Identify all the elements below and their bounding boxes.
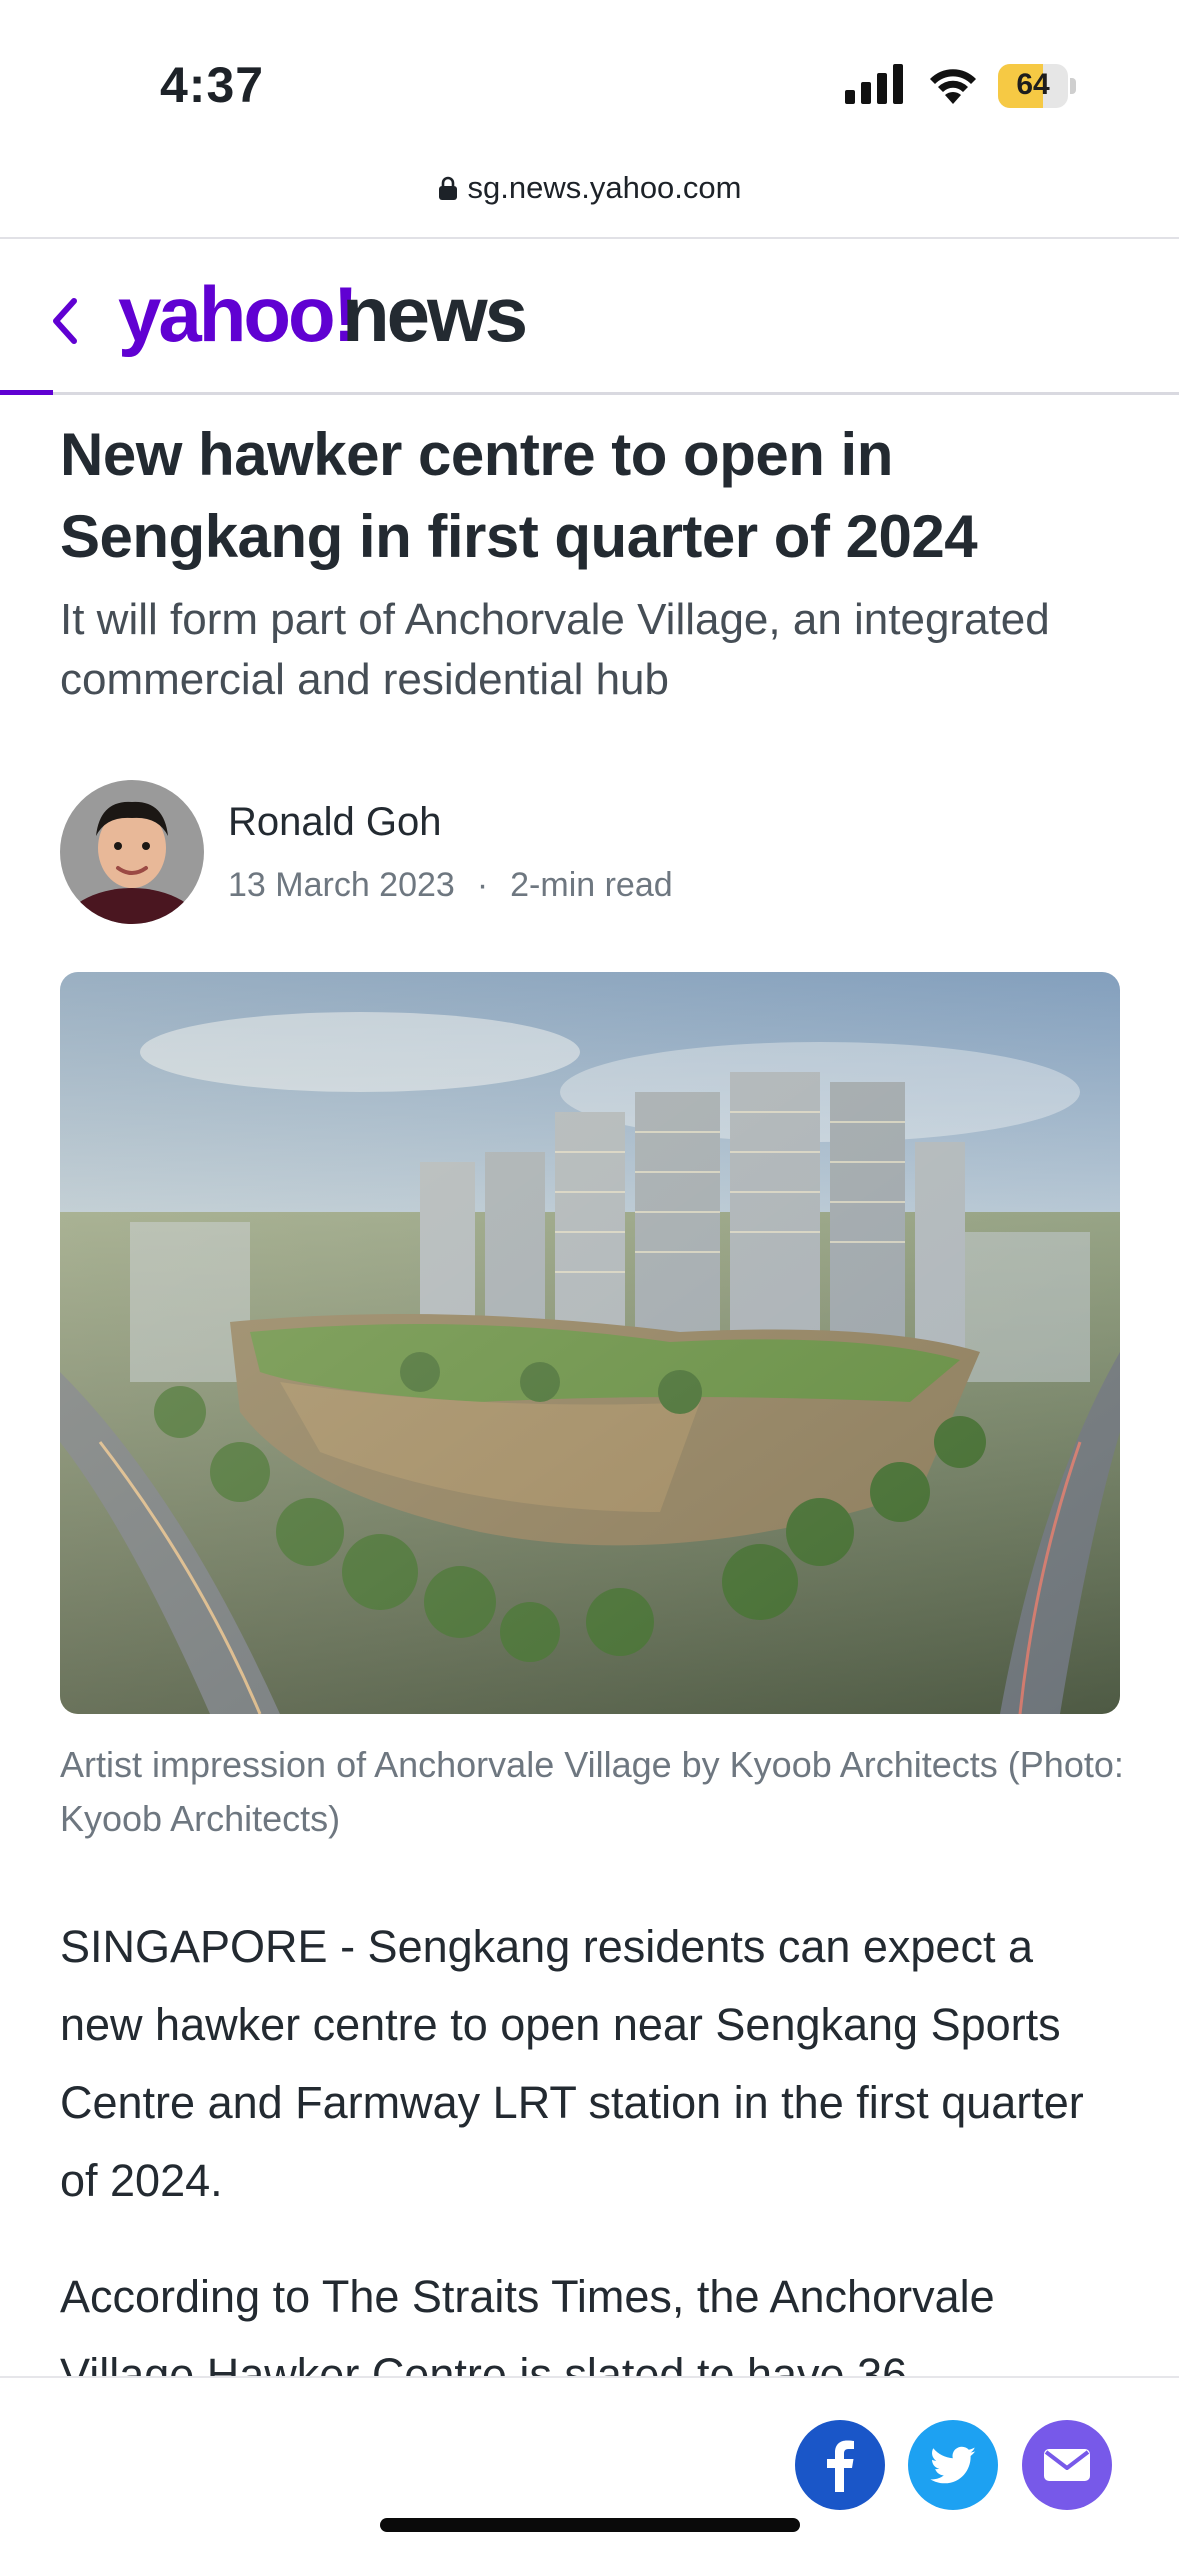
- status-bar: 4:37 64: [0, 0, 1179, 160]
- article-subheadline: It will form part of Anchorvale Village,…: [60, 595, 1050, 704]
- read-time: 2-min read: [510, 866, 673, 904]
- reading-progress-bar: [0, 390, 53, 395]
- svg-text:news: news: [342, 273, 526, 358]
- status-time: 4:37: [160, 57, 265, 113]
- image-caption: Artist impression of Anchorvale Village …: [60, 1744, 1124, 1839]
- home-indicator[interactable]: [380, 2518, 800, 2532]
- battery-indicator: 64: [998, 64, 1076, 108]
- yahoo-news-logo[interactable]: yahoo! news: [118, 273, 598, 363]
- share-bar: [0, 2376, 1179, 2558]
- url-text: sg.news.yahoo.com: [467, 170, 742, 205]
- facebook-icon: [827, 2440, 854, 2492]
- author-avatar[interactable]: [60, 780, 204, 924]
- hero-image[interactable]: [60, 972, 1120, 1714]
- email-share-button[interactable]: [1022, 2420, 1112, 2510]
- article-headline: New hawker centre to open in Sengkang in…: [60, 421, 978, 570]
- back-chevron-icon[interactable]: [44, 291, 84, 351]
- article-paragraph: SINGAPORE - Sengkang residents can expec…: [60, 1921, 1084, 2206]
- article-meta: 13 March 2023 · 2-min read: [228, 866, 673, 905]
- header-divider: [0, 392, 1179, 395]
- twitter-icon: [930, 2446, 976, 2484]
- publish-date: 13 March 2023: [228, 866, 455, 904]
- facebook-share-button[interactable]: [795, 2420, 885, 2510]
- mail-icon: [1044, 2449, 1090, 2481]
- wifi-icon: [930, 69, 976, 104]
- meta-separator: ·: [476, 866, 489, 904]
- address-bar[interactable]: sg.news.yahoo.com: [0, 170, 1179, 236]
- site-header: yahoo! news: [0, 239, 1179, 393]
- battery-level: 64: [1016, 68, 1050, 101]
- author-name[interactable]: Ronald Goh: [228, 800, 441, 845]
- lock-icon: [438, 176, 457, 200]
- cellular-signal-icon: [845, 64, 903, 104]
- svg-text:yahoo!: yahoo!: [118, 273, 356, 358]
- twitter-share-button[interactable]: [908, 2420, 998, 2510]
